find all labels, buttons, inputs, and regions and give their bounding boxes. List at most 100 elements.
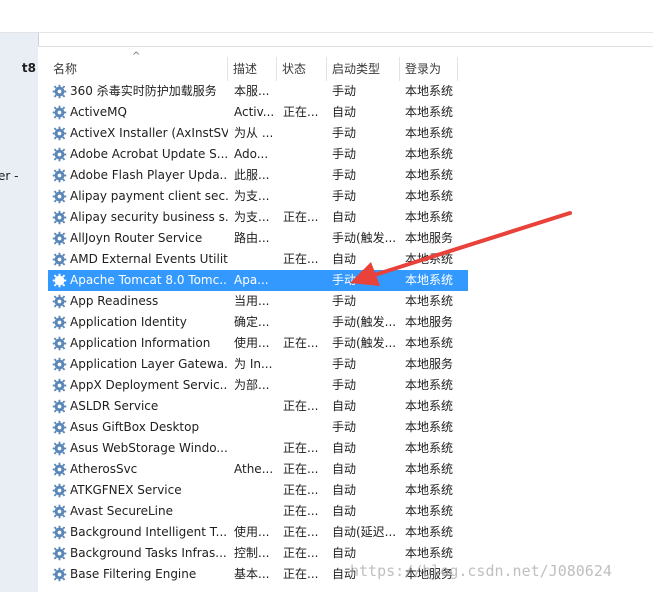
column-header-label: 名称 <box>53 62 78 76</box>
service-status: 正在... <box>283 252 319 266</box>
table-row[interactable]: AMD External Events Utility 正在... 自动 本地系统 <box>48 249 468 270</box>
service-name: App Readiness <box>70 294 159 308</box>
service-description: 此服... <box>234 168 270 182</box>
table-row[interactable]: Avast SecureLine 正在... 自动 本地系统 <box>48 501 468 522</box>
service-description: 使用... <box>234 336 270 350</box>
service-description: 为从 ... <box>234 126 274 140</box>
service-name: Alipay security business s... <box>70 210 228 224</box>
service-name: AllJoyn Router Service <box>70 231 203 245</box>
service-status: 正在... <box>283 483 319 497</box>
service-description: Activ... <box>234 105 275 119</box>
watermark: https://blog.csdn.net/J080624 <box>350 562 612 580</box>
gear-icon <box>52 210 67 225</box>
left-panel-text: t8 <box>21 61 36 75</box>
table-row[interactable]: Alipay security business s... 为支... 正在... 自… <box>48 207 468 228</box>
service-log-on-as: 本地服务 <box>405 315 454 329</box>
gear-icon <box>52 483 67 498</box>
gear-icon <box>52 399 67 414</box>
gear-icon <box>52 420 67 435</box>
service-status <box>283 144 323 165</box>
table-row[interactable]: ActiveMQ Activ... 正在... 自动 本地系统 <box>48 102 468 123</box>
service-name: Alipay payment client sec... <box>70 189 228 203</box>
service-log-on-as: 本地系统 <box>405 147 454 161</box>
table-row[interactable]: Asus GiftBox Desktop 手动 本地系统 <box>48 417 468 438</box>
service-startup-type: 自动 <box>332 105 357 119</box>
table-row[interactable]: AtherosSvc Athe... 正在... 自动 本地系统 <box>48 459 468 480</box>
gear-icon <box>52 357 67 372</box>
service-status: 正在... <box>283 525 319 539</box>
service-log-on-as: 本地系统 <box>405 210 454 224</box>
service-name: Adobe Flash Player Upda... <box>70 168 228 182</box>
column-header-label: 状态 <box>282 62 307 76</box>
service-description: 当用... <box>234 294 270 308</box>
service-description <box>234 249 278 270</box>
table-row[interactable]: Background Intelligent T... 使用... 正在... 自动(… <box>48 522 468 543</box>
service-status: 正在... <box>283 441 319 455</box>
service-startup-type: 手动 <box>332 147 357 161</box>
column-header-startup-type[interactable]: 启动类型 <box>327 57 400 81</box>
service-status <box>283 354 323 375</box>
table-row[interactable]: Application Identity 确定... 手动(触发... 本地服务 <box>48 312 468 333</box>
service-log-on-as: 本地系统 <box>405 189 454 203</box>
table-row[interactable]: Adobe Acrobat Update S... Ado... 手动 本地系统 <box>48 144 468 165</box>
service-name: Adobe Acrobat Update S... <box>70 147 228 161</box>
table-row[interactable]: Background Tasks Infras... 控制... 正在... 自动 本地… <box>48 543 468 564</box>
table-row[interactable]: ASLDR Service 正在... 自动 本地系统 <box>48 396 468 417</box>
service-startup-type: 手动 <box>332 126 357 140</box>
column-header-description[interactable]: 描述 <box>228 57 277 81</box>
service-status <box>283 81 323 102</box>
service-description <box>234 438 278 459</box>
service-startup-type: 手动 <box>332 189 357 203</box>
table-row[interactable]: Alipay payment client sec... 为支... 手动 本地系统 <box>48 186 468 207</box>
column-header-log-on-as[interactable]: 登录为 <box>400 57 458 81</box>
service-status: 正在... <box>283 336 319 350</box>
gear-icon <box>52 147 67 162</box>
service-startup-type: 手动 <box>332 378 357 392</box>
table-row[interactable]: AllJoyn Router Service 路由... 手动(触发... 本地服务 <box>48 228 468 249</box>
service-log-on-as: 本地服务 <box>405 357 454 371</box>
gear-icon <box>52 504 67 519</box>
service-log-on-as: 本地系统 <box>405 399 454 413</box>
service-description <box>234 480 278 501</box>
gear-icon <box>52 525 67 540</box>
table-row[interactable]: Adobe Flash Player Upda... 此服... 手动 本地系统 <box>48 165 468 186</box>
table-row[interactable]: ActiveX Installer (AxInstSV) 为从 ... 手动 本地系统 <box>48 123 468 144</box>
table-row[interactable]: 360 杀毒实时防护加载服务 本服... 手动 本地系统 <box>48 81 468 102</box>
service-log-on-as: 本地系统 <box>405 546 454 560</box>
service-startup-type: 手动(触发... <box>332 231 397 245</box>
service-startup-type: 自动 <box>332 210 357 224</box>
service-description: Athe... <box>234 462 274 476</box>
table-row[interactable]: Application Layer Gatewa... 为 In... 手动 本地服务 <box>48 354 468 375</box>
service-status: 正在... <box>283 105 319 119</box>
service-status <box>283 291 323 312</box>
column-header-status[interactable]: 状态 <box>277 57 327 81</box>
service-status: 正在... <box>283 546 319 560</box>
service-startup-type: 手动 <box>332 168 357 182</box>
service-name: Asus WebStorage Windo... <box>70 441 228 455</box>
service-status <box>283 123 323 144</box>
table-row[interactable]: App Readiness 当用... 手动 本地系统 <box>48 291 468 312</box>
service-startup-type: 手动 <box>332 420 357 434</box>
column-header-label: 描述 <box>233 62 258 76</box>
table-row[interactable]: Apache Tomcat 8.0 Tomc... Apa... 手动 本地系统 <box>48 270 468 291</box>
service-name: Background Intelligent T... <box>70 525 228 539</box>
table-row[interactable]: Asus WebStorage Windo... 正在... 自动 本地系统 <box>48 438 468 459</box>
service-name: AMD External Events Utility <box>70 252 228 266</box>
table-row[interactable]: Application Information 使用... 正在... 手动(触发..… <box>48 333 468 354</box>
gear-icon <box>52 315 67 330</box>
table-row[interactable]: AppX Deployment Servic... 为部... 手动 本地系统 <box>48 375 468 396</box>
service-log-on-as: 本地系统 <box>405 525 454 539</box>
service-status: 正在... <box>283 567 319 581</box>
service-status <box>283 417 323 438</box>
service-log-on-as: 本地系统 <box>405 504 454 518</box>
service-description: 控制... <box>234 546 270 560</box>
service-log-on-as: 本地系统 <box>405 105 454 119</box>
gear-icon <box>52 231 67 246</box>
service-description <box>234 501 278 522</box>
gear-icon <box>52 294 67 309</box>
service-name: Application Layer Gatewa... <box>70 357 228 371</box>
service-log-on-as: 本地系统 <box>405 273 454 287</box>
service-status: 正在... <box>283 504 319 518</box>
table-row[interactable]: ATKGFNEX Service 正在... 自动 本地系统 <box>48 480 468 501</box>
gear-icon <box>52 168 67 183</box>
